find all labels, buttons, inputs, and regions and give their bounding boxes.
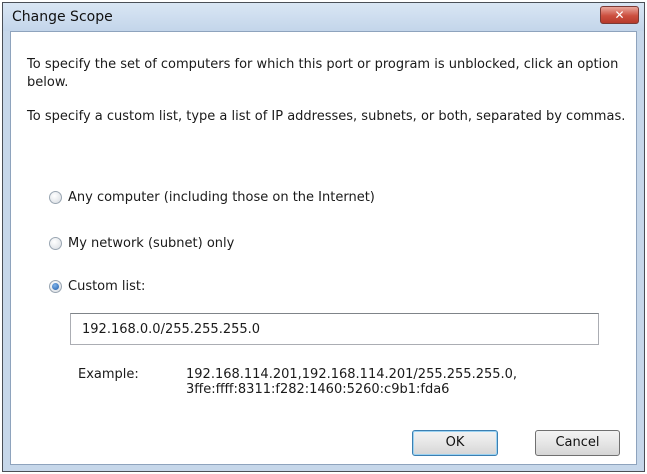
close-icon: ✕ bbox=[614, 8, 625, 22]
custom-list-input[interactable] bbox=[70, 313, 599, 345]
change-scope-dialog: Change Scope ✕ To specify the set of com… bbox=[2, 2, 645, 472]
radio-custom-list[interactable] bbox=[49, 279, 62, 293]
option-any-computer-label: Any computer (including those on the Int… bbox=[68, 189, 375, 205]
option-any-computer[interactable]: Any computer (including those on the Int… bbox=[49, 188, 375, 206]
cancel-button[interactable]: Cancel bbox=[535, 430, 620, 456]
example-label: Example: bbox=[78, 367, 139, 382]
option-custom-list[interactable]: Custom list: bbox=[49, 277, 145, 295]
instruction-text-1: To specify the set of computers for whic… bbox=[27, 57, 619, 90]
radio-any-computer[interactable] bbox=[49, 190, 62, 204]
close-button[interactable]: ✕ bbox=[600, 6, 639, 24]
option-my-network-label: My network (subnet) only bbox=[68, 235, 235, 251]
instruction-text-2: To specify a custom list, type a list of… bbox=[27, 109, 626, 124]
radio-my-network[interactable] bbox=[49, 236, 62, 250]
option-custom-list-label: Custom list: bbox=[68, 278, 146, 294]
dialog-content: To specify the set of computers for whic… bbox=[10, 31, 637, 465]
example-text: 192.168.114.201,192.168.114.201/255.255.… bbox=[186, 367, 518, 397]
dialog-title: Change Scope bbox=[12, 9, 113, 25]
option-my-network[interactable]: My network (subnet) only bbox=[49, 234, 234, 252]
title-bar[interactable]: Change Scope ✕ bbox=[3, 3, 644, 31]
ok-button[interactable]: OK bbox=[412, 430, 498, 456]
